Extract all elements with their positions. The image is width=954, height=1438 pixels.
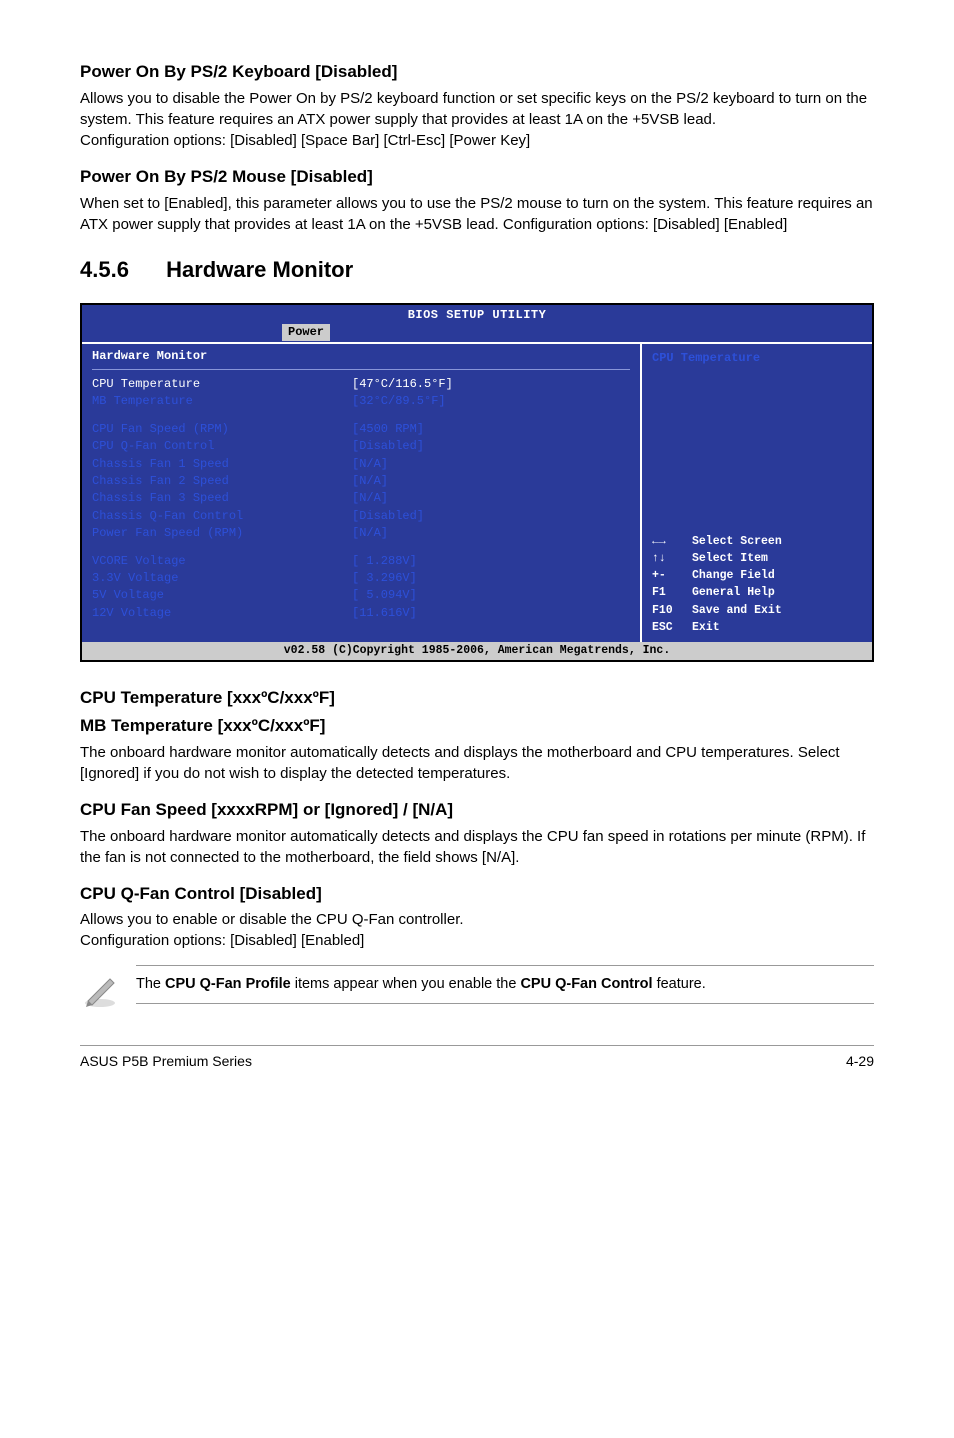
bios-value: [ 5.094V] [352, 587, 417, 604]
bios-label: VCORE Voltage [92, 553, 352, 570]
bios-label: 5V Voltage [92, 587, 352, 604]
paragraph: The onboard hardware monitor automatical… [80, 742, 874, 784]
bios-panel-title: Hardware Monitor [92, 348, 630, 370]
bios-value: [11.616V] [352, 605, 417, 622]
bios-value: [Disabled] [352, 508, 424, 525]
heading-mb-temp: MB Temperature [xxxºC/xxxºF] [80, 714, 874, 738]
bios-key-desc: Save and Exit [692, 604, 782, 617]
bios-key-help: ←→Select Screen ↑↓Select Item +-Change F… [652, 533, 862, 637]
heading-hardware-monitor: 4.5.6 Hardware Monitor [80, 255, 874, 286]
paragraph: When set to [Enabled], this parameter al… [80, 193, 874, 235]
bios-key-desc: Exit [692, 621, 720, 634]
bios-screenshot: BIOS SETUP UTILITY Power Hardware Monito… [80, 303, 874, 662]
bios-key: ↑↓ [652, 550, 692, 567]
bios-label: CPU Fan Speed (RPM) [92, 421, 352, 438]
bios-label: MB Temperature [92, 393, 352, 410]
footer-left: ASUS P5B Premium Series [80, 1052, 252, 1072]
bios-key-desc: Select Screen [692, 535, 782, 548]
bios-value: [32°C/89.5°F] [352, 393, 446, 410]
bios-key: +- [652, 567, 692, 584]
bios-value: [N/A] [352, 473, 388, 490]
bios-value: [N/A] [352, 456, 388, 473]
text: feature. [653, 976, 706, 992]
bios-label: Chassis Fan 3 Speed [92, 490, 352, 507]
bios-label: CPU Temperature [92, 376, 352, 393]
paragraph: The onboard hardware monitor automatical… [80, 826, 874, 868]
bios-key-desc: Select Item [692, 552, 768, 565]
bios-right-panel: CPU Temperature ←→Select Screen ↑↓Select… [642, 344, 872, 642]
bios-title: BIOS SETUP UTILITY [82, 305, 872, 324]
bios-key-desc: Change Field [692, 569, 775, 582]
note-text: The CPU Q-Fan Profile items appear when … [136, 965, 874, 1003]
text: Allows you to disable the Power On by PS… [80, 90, 867, 128]
bios-label: Chassis Fan 1 Speed [92, 456, 352, 473]
bios-key: ←→ [652, 533, 692, 550]
bios-help-title: CPU Temperature [652, 350, 862, 367]
bios-value: [Disabled] [352, 438, 424, 455]
page-footer: ASUS P5B Premium Series 4-29 [80, 1045, 874, 1072]
text: Configuration options: [Disabled] [Space… [80, 132, 530, 149]
bios-key: F1 [652, 584, 692, 601]
heading-ps2-mouse: Power On By PS/2 Mouse [Disabled] [80, 165, 874, 189]
text-bold: CPU Q-Fan Control [520, 976, 652, 992]
section-number: 4.5.6 [80, 255, 160, 286]
footer-page-number: 4-29 [846, 1052, 874, 1072]
text: The [136, 976, 165, 992]
bios-tab-power: Power [282, 324, 330, 341]
pencil-icon [80, 965, 120, 1015]
bios-value: [4500 RPM] [352, 421, 424, 438]
heading-ps2-keyboard: Power On By PS/2 Keyboard [Disabled] [80, 60, 874, 84]
bios-footer: v02.58 (C)Copyright 1985-2006, American … [82, 642, 872, 660]
bios-value: [N/A] [352, 490, 388, 507]
heading-cpu-qfan: CPU Q-Fan Control [Disabled] [80, 882, 874, 906]
bios-key-desc: General Help [692, 586, 775, 599]
bios-key: ESC [652, 619, 692, 636]
bios-label: Power Fan Speed (RPM) [92, 525, 352, 542]
bios-value: [N/A] [352, 525, 388, 542]
bios-label: 12V Voltage [92, 605, 352, 622]
bios-value: [47°C/116.5°F] [352, 376, 453, 393]
bios-value: [ 1.288V] [352, 553, 417, 570]
bios-label: 3.3V Voltage [92, 570, 352, 587]
heading-cpu-temp: CPU Temperature [xxxºC/xxxºF] [80, 686, 874, 710]
bios-label: CPU Q-Fan Control [92, 438, 352, 455]
bios-value: [ 3.296V] [352, 570, 417, 587]
text-bold: CPU Q-Fan Profile [165, 976, 291, 992]
text: Configuration options: [Disabled] [Enabl… [80, 932, 364, 949]
text: items appear when you enable the [291, 976, 521, 992]
bios-key: F10 [652, 602, 692, 619]
paragraph: Allows you to enable or disable the CPU … [80, 909, 874, 951]
paragraph: Allows you to disable the Power On by PS… [80, 88, 874, 151]
bios-tab-row: Power [82, 324, 872, 342]
note-box: The CPU Q-Fan Profile items appear when … [80, 965, 874, 1015]
bios-left-panel: Hardware Monitor CPU Temperature[47°C/11… [82, 344, 642, 642]
bios-label: Chassis Q-Fan Control [92, 508, 352, 525]
heading-cpu-fan-speed: CPU Fan Speed [xxxxRPM] or [Ignored] / [… [80, 798, 874, 822]
section-title: Hardware Monitor [166, 257, 353, 282]
text: Allows you to enable or disable the CPU … [80, 911, 464, 928]
bios-label: Chassis Fan 2 Speed [92, 473, 352, 490]
